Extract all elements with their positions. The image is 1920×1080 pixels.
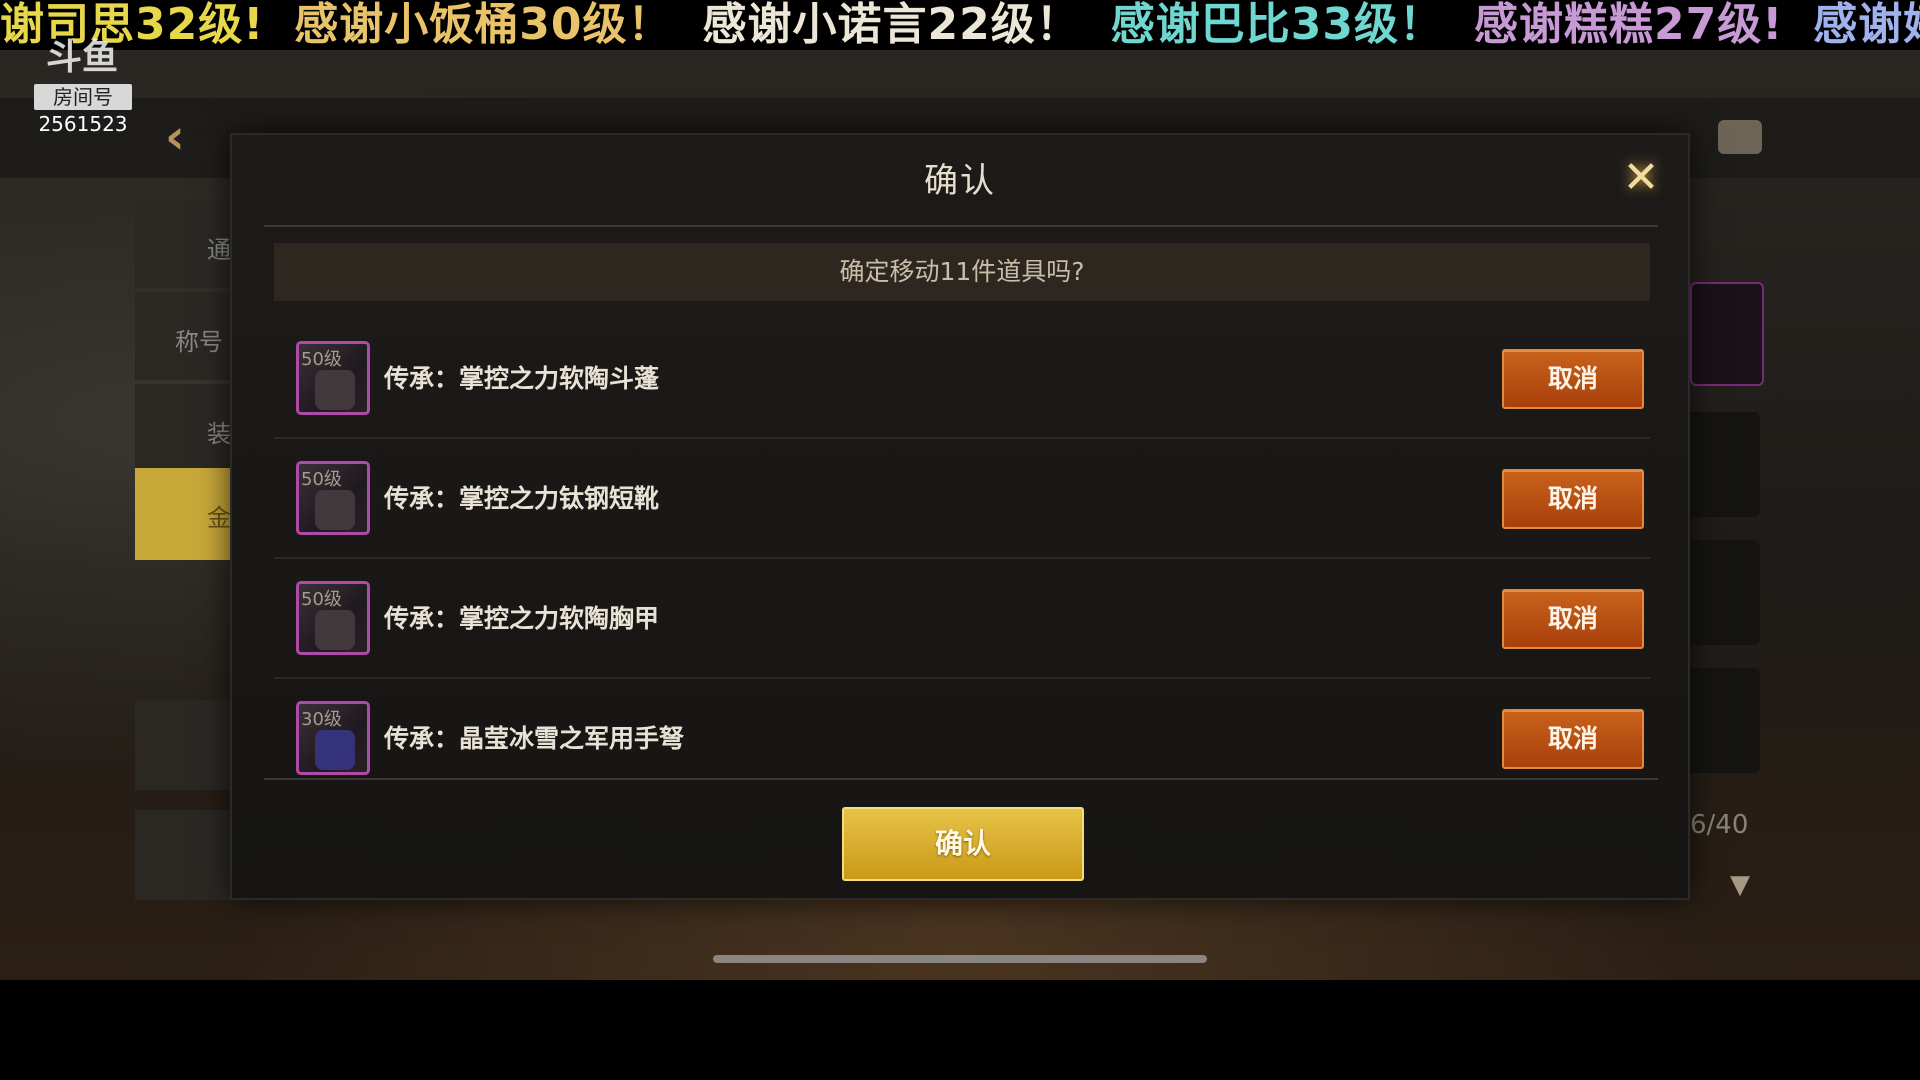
cancel-button[interactable]: 取消 [1502, 349, 1644, 409]
dropdown-arrow-icon[interactable]: ▼ [1730, 870, 1750, 900]
chest-armor-icon [315, 610, 355, 650]
side-tab-label: 称号 [175, 328, 223, 356]
side-item-2[interactable] [135, 810, 231, 900]
side-tab-1[interactable]: 通 [135, 200, 231, 288]
home-indicator[interactable] [713, 955, 1207, 963]
crossbow-icon [315, 730, 355, 770]
confirm-button[interactable]: 确认 [842, 807, 1084, 881]
side-tab-2[interactable]: 称号 [135, 292, 231, 380]
item-level: 50级 [301, 469, 342, 490]
item-name: 传承：掌控之力软陶胸甲 [384, 604, 660, 633]
side-tab-label: 金 [207, 504, 231, 532]
chat-icon[interactable] [1718, 120, 1762, 154]
item-name: 传承：掌控之力钛钢短靴 [384, 484, 660, 513]
divider [264, 225, 1658, 227]
inventory-count: 6/40 [1690, 810, 1749, 840]
cancel-button[interactable]: 取消 [1502, 469, 1644, 529]
background-slot[interactable] [1685, 668, 1760, 773]
marquee-message: 感谢巴比33级！ [1110, 0, 1444, 50]
item-row: 30级 传承：晶莹冰雪之军用手弩 取消 [274, 679, 1650, 799]
side-item-1[interactable] [135, 700, 231, 790]
marquee-message: 感谢婷宝22级！ [1813, 0, 1920, 50]
close-icon[interactable]: ✕ [1616, 153, 1666, 203]
cancel-button[interactable]: 取消 [1502, 589, 1644, 649]
side-tab-active[interactable]: 金 [135, 468, 231, 560]
side-tab-label: 通 [207, 236, 231, 264]
side-tab-label: 装 [207, 420, 231, 448]
divider [264, 778, 1658, 780]
cancel-button[interactable]: 取消 [1502, 709, 1644, 769]
item-name: 传承：掌控之力软陶斗蓬 [384, 364, 660, 393]
item-level: 50级 [301, 349, 342, 370]
room-label: 房间号 [34, 84, 132, 110]
item-level: 30级 [301, 709, 342, 730]
letterbox-bottom [0, 980, 1920, 1080]
marquee-message: 感谢糕糕27级! [1474, 0, 1784, 50]
background-slot[interactable] [1685, 540, 1760, 645]
item-icon: 50级 [296, 461, 370, 535]
back-arrow-icon[interactable]: ‹ [165, 112, 215, 162]
item-icon: 50级 [296, 341, 370, 415]
dialog-prompt: 确定移动11件道具吗? [274, 243, 1650, 301]
confirm-dialog: 确认 ✕ 确定移动11件道具吗? 50级 传承：掌控之力软陶斗蓬 取消 50级 … [230, 133, 1690, 900]
marquee-message: 感谢小饭桶30级！ [294, 0, 673, 50]
room-id: 2561523 [38, 112, 128, 136]
item-row: 50级 传承：掌控之力软陶斗蓬 取消 [274, 319, 1650, 439]
background-slot[interactable] [1685, 412, 1760, 517]
item-icon: 50级 [296, 581, 370, 655]
danmaku-marquee: 谢司思32级! 感谢小饭桶30级！ 感谢小诺言22级！ 感谢巴比33级！ 感谢糕糕27级… [0, 0, 1920, 50]
side-tab-3[interactable]: 装 [135, 384, 231, 472]
item-icon: 30级 [296, 701, 370, 775]
item-name: 传承：晶莹冰雪之军用手弩 [384, 724, 685, 753]
dialog-title: 确认 [924, 161, 996, 201]
background-item-slot[interactable] [1690, 282, 1764, 386]
douyu-logo: 斗鱼 [45, 37, 118, 78]
item-level: 50级 [301, 589, 342, 610]
item-row: 50级 传承：掌控之力软陶胸甲 取消 [274, 559, 1650, 679]
item-row: 50级 传承：掌控之力钛钢短靴 取消 [274, 439, 1650, 559]
cloak-icon [315, 370, 355, 410]
marquee-message: 感谢小诺言22级！ [702, 0, 1081, 50]
boots-icon [315, 490, 355, 530]
